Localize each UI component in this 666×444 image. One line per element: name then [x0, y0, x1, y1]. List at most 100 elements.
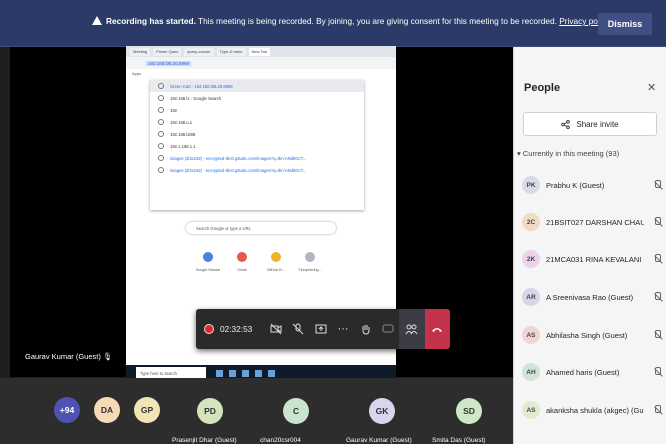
dismiss-button[interactable]: Dismiss [598, 13, 652, 35]
suggestion-text: 192 [170, 107, 177, 113]
participant-row[interactable]: AS Abhilasha Singh (Guest) [522, 323, 662, 347]
avatar: AS [522, 326, 540, 344]
participant-row[interactable]: AR A Sreenivasa Rao (Guest) [522, 285, 662, 309]
participant-row[interactable]: AH Ahamed haris (Guest) [522, 360, 662, 384]
browser-tab-bar: Meeting Power Ques query-conver Type-D m… [126, 46, 396, 57]
share-tray-icon [315, 324, 327, 334]
mic-off-icon [653, 404, 662, 416]
mic-off-icon [292, 323, 304, 335]
suggestion-text: images (2l2x192) - encrypted-tbn0.gstati… [170, 167, 307, 173]
camera-off-button[interactable] [265, 309, 287, 349]
mic-off-button[interactable] [287, 309, 309, 349]
shortcut-label: Gmail [237, 268, 247, 272]
suggestion-row: Green Cart - 192.168.l36.20.6969 [150, 80, 364, 92]
mic-off-icon [653, 253, 662, 265]
shortcut-label: Google Scholar [195, 268, 221, 272]
browser-tab-active: New Tab [248, 47, 270, 56]
share-icon [561, 119, 571, 129]
suggestion-row: 192.168.l1 - Google Search [150, 92, 364, 104]
chat-button[interactable] [377, 309, 399, 349]
participant-name: Ahamed haris (Guest) [546, 367, 620, 377]
recording-title: Recording has started. [106, 16, 196, 26]
browser-tab: Power Ques [153, 47, 182, 56]
shortcut-tile: Firesphering... [298, 252, 322, 272]
overflow-count[interactable]: +94 [54, 397, 80, 423]
search-icon [158, 131, 164, 137]
suggestion-row: 192 [150, 104, 364, 116]
shortcut-tile: GitHub Ki... [266, 252, 286, 272]
avatar: C [283, 398, 309, 424]
mic-off-icon [653, 329, 662, 341]
gmail-icon [237, 252, 247, 262]
warning-icon [92, 16, 102, 25]
avatar: PK [522, 176, 540, 194]
participant-tile: C chan20csr004 [254, 378, 338, 444]
avatar: DA [94, 397, 120, 423]
avatar: GK [369, 398, 395, 424]
participant-name: A Sreenivasa Rao (Guest) [546, 292, 634, 302]
avatar: GP [134, 397, 160, 423]
participant-row[interactable]: AS akanksha shukla (akgec) (Gu... [522, 398, 662, 422]
suggestion-text: Green Cart - 192.168.l36.20.6969 [170, 83, 233, 89]
leave-call-button[interactable] [424, 309, 450, 349]
bookmarks-bar: Apps [132, 70, 142, 76]
browser-address-bar: 192.168.l36.20.6969 [126, 57, 396, 69]
suggestion-row: 192.1.168.1.1 [150, 140, 364, 152]
shortcut-label: GitHub Ki... [266, 268, 286, 272]
participant-name: akanksha shukla (akgec) (Gu... [546, 405, 644, 415]
recording-text: This meeting is being recorded. By joini… [195, 16, 557, 26]
app-icon [255, 369, 262, 377]
suggestion-text: 192.1.168.1.1 [170, 143, 196, 149]
participant-name: Abhilasha Singh (Guest) [546, 330, 628, 340]
browser-tab: Meeting [130, 47, 151, 56]
share-invite-button[interactable]: Share invite [523, 112, 657, 136]
browser-url: 192.168.l36.20.6969 [146, 60, 192, 66]
share-screen-button[interactable] [309, 309, 331, 349]
mic-off-icon [653, 291, 662, 303]
suggestion-text: images (2l3x192) - encrypted-tbn0.gstati… [170, 155, 307, 161]
avatar: 2K [522, 250, 540, 268]
mic-off-icon [653, 366, 662, 378]
avatar: AS [522, 401, 540, 419]
participant-name: Smita Das (Guest) [432, 437, 486, 444]
panel-title: People [524, 82, 561, 94]
app-icon [242, 369, 249, 377]
section-label: Currently in this meeting (93) [522, 149, 620, 158]
shortcuts-row: Google Scholar Gmail GitHub Ki... Firesp… [195, 252, 322, 272]
shortcut-tile: Google Scholar [195, 252, 221, 272]
participant-row[interactable]: 2C 21BSIT027 DARSHAN CHAU... [522, 210, 662, 234]
people-icon [406, 324, 418, 335]
participant-row[interactable]: PK Prabhu K (Guest) [522, 173, 662, 197]
presenter-name: Gaurav Kumar (Guest) [25, 352, 101, 361]
search-icon [158, 95, 164, 101]
suggestion-text: 192.168.l1 - Google Search [170, 95, 222, 101]
browser-tab: Type-D mem [216, 47, 246, 56]
timer-text: 02:32:53 [220, 324, 253, 334]
search-icon [158, 119, 164, 125]
meeting-control-bar: 02:32:53 ··· [196, 309, 450, 349]
participant-name: Prabhu K (Guest) [546, 180, 605, 190]
more-actions-button[interactable]: ··· [332, 309, 354, 349]
raise-hand-button[interactable] [354, 309, 376, 349]
globe-icon [158, 83, 164, 89]
shortcut-label: Firesphering... [298, 268, 322, 272]
app-icon [216, 369, 223, 377]
scholar-icon [203, 252, 213, 262]
in-meeting-section[interactable]: ▾ Currently in this meeting (93) [517, 149, 619, 158]
suggestion-row: 192.168.l1l88 [150, 128, 364, 140]
mic-off-icon [653, 179, 662, 191]
globe-icon [158, 167, 164, 173]
record-dot-icon [204, 324, 214, 334]
browser-tab: query-conver [184, 47, 214, 56]
participant-row[interactable]: 2K 21MCA031 RINA KEVALANI [522, 247, 662, 271]
recording-timer: 02:32:53 [196, 324, 265, 334]
chat-icon [382, 324, 394, 333]
people-button[interactable] [399, 309, 425, 349]
more-icon: ··· [337, 323, 349, 335]
participant-name: 21BSIT027 DARSHAN CHAU... [546, 217, 644, 227]
share-invite-label: Share invite [576, 119, 619, 129]
participant-tile: GK Gaurav Kumar (Guest) [340, 378, 424, 444]
close-icon[interactable]: ✕ [647, 81, 656, 94]
avatar: AR [522, 288, 540, 306]
participant-tile: PD Prasenjit Dhar (Guest) [168, 378, 252, 444]
